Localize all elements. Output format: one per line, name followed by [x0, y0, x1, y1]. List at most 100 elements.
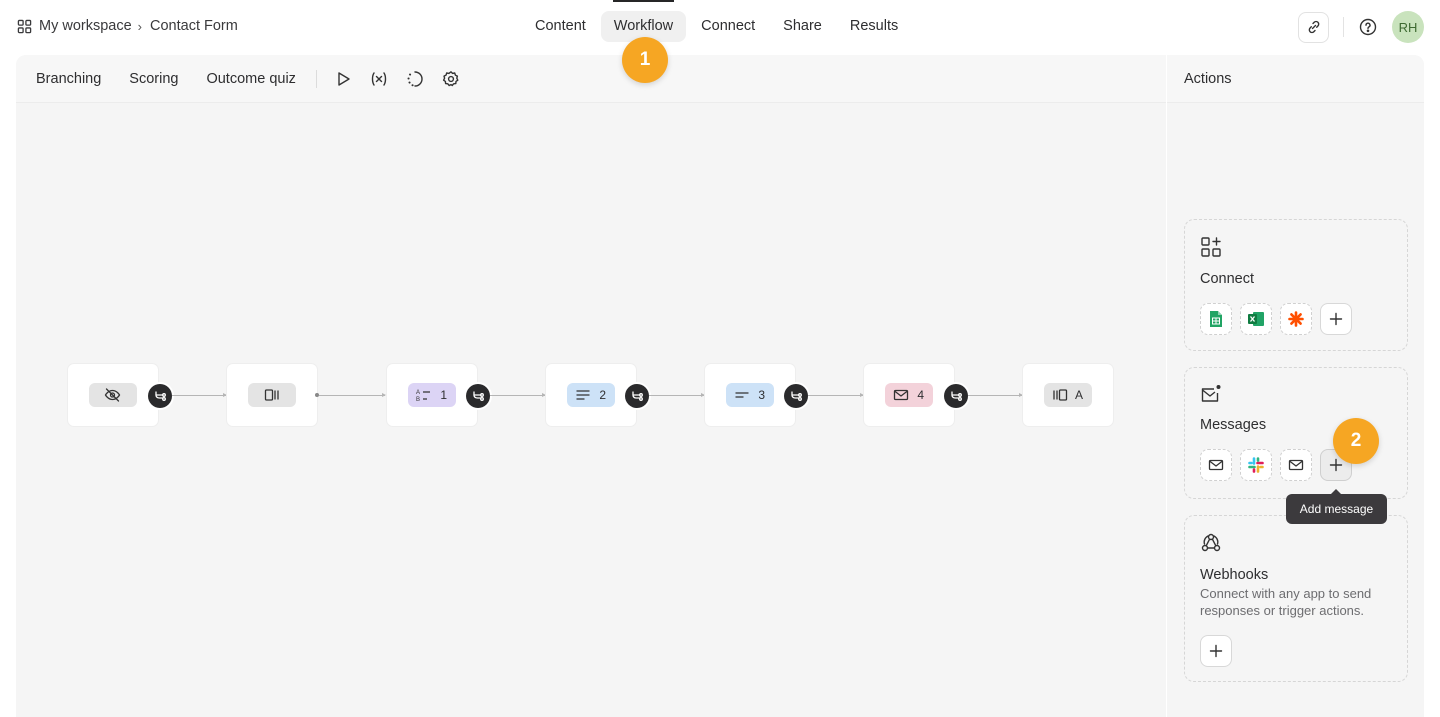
connect-card: Connect: [1184, 219, 1408, 351]
outcome-quiz-button[interactable]: Outcome quiz: [206, 71, 295, 87]
gear-icon: [442, 70, 459, 86]
ending-screen-icon: [1053, 389, 1068, 401]
short-text-icon: [735, 392, 749, 398]
main-nav: Content Workflow Connect Share Results: [522, 0, 913, 42]
top-bar: My workspace › Contact Form Content Work…: [0, 0, 1440, 54]
chevron-right-icon: ›: [137, 18, 143, 34]
tab-share[interactable]: Share: [770, 11, 835, 42]
help-button[interactable]: [1358, 17, 1378, 37]
node-number: 4: [917, 388, 924, 402]
step-marker-1: 1: [622, 37, 668, 83]
eye-off-icon: [104, 388, 121, 402]
excel-icon: [1248, 312, 1264, 326]
connector-line: [649, 393, 705, 397]
node-pill: A: [1044, 383, 1092, 407]
node-number: 2: [599, 388, 606, 402]
plus-icon: [1209, 644, 1223, 658]
node-question-4[interactable]: 4: [864, 364, 954, 426]
email-icon: [893, 389, 909, 401]
branch-button[interactable]: [944, 384, 968, 408]
toolbar-divider: [315, 69, 317, 88]
scoring-button[interactable]: Scoring: [129, 71, 178, 87]
node-question-3[interactable]: 3: [705, 364, 795, 426]
multiple-choice-icon: AB: [416, 390, 430, 402]
plus-icon: [1329, 312, 1343, 326]
node-ending[interactable]: A: [1023, 364, 1113, 426]
node-number: 1: [440, 388, 447, 402]
email-message-button[interactable]: [1280, 449, 1312, 481]
branch-icon: [950, 390, 962, 401]
svg-text:A: A: [416, 390, 420, 396]
grid-icon[interactable]: [17, 19, 32, 34]
variables-button[interactable]: [369, 69, 389, 89]
avatar[interactable]: RH: [1392, 11, 1424, 43]
google-sheets-button[interactable]: [1200, 303, 1232, 335]
variable-icon: [371, 71, 387, 86]
node-pill: 3: [726, 383, 774, 407]
node-question-1[interactable]: AB 1: [387, 364, 477, 426]
settings-button[interactable]: [441, 69, 461, 89]
actions-title: Actions: [1167, 55, 1424, 103]
branch-button[interactable]: [625, 384, 649, 408]
connector-line: [319, 393, 386, 397]
node-pill: [89, 383, 137, 407]
node-letter: A: [1074, 388, 1083, 402]
google-sheets-icon: [1210, 311, 1222, 327]
branch-icon: [154, 390, 166, 401]
webhooks-description: Connect with any app to send responses o…: [1200, 586, 1372, 618]
node-pill: 2: [567, 383, 615, 407]
webhooks-card: Webhooks Connect with any app to send re…: [1184, 515, 1408, 682]
loading-button[interactable]: [405, 69, 425, 89]
excel-button[interactable]: [1240, 303, 1272, 335]
webhooks-apps: [1200, 635, 1392, 667]
copy-link-button[interactable]: [1298, 11, 1329, 43]
branch-icon: [631, 390, 643, 401]
canvas-toolbar: Branching Scoring Outcome quiz: [16, 55, 1166, 103]
node-number: 3: [758, 388, 765, 402]
help-icon: [1359, 18, 1377, 36]
webhooks-title: Webhooks: [1200, 567, 1269, 583]
mail-notification-icon: [1201, 385, 1221, 402]
connect-title: Connect: [1200, 271, 1255, 287]
connector-line: [172, 393, 227, 397]
node-pill: 4: [885, 383, 933, 407]
add-connection-button[interactable]: [1320, 303, 1352, 335]
play-button[interactable]: [333, 69, 353, 89]
email-icon: [1288, 459, 1304, 471]
add-message-tooltip: Add message: [1286, 489, 1387, 524]
branch-button[interactable]: [784, 384, 808, 408]
node-question-2[interactable]: 2: [546, 364, 636, 426]
node-pill: [248, 383, 296, 407]
tab-connect[interactable]: Connect: [688, 11, 768, 42]
branching-button[interactable]: Branching: [36, 71, 101, 87]
play-icon: [338, 71, 350, 86]
divider: [1343, 17, 1344, 37]
node-welcome-screen[interactable]: [227, 364, 317, 426]
actions-panel: Actions Connect Messages Webhooks Connec…: [1167, 55, 1424, 717]
connector-line: [968, 393, 1023, 397]
branch-button[interactable]: [466, 384, 490, 408]
connect-apps: [1200, 303, 1392, 335]
slack-button[interactable]: [1240, 449, 1272, 481]
long-text-icon: [576, 390, 590, 400]
svg-text:B: B: [416, 397, 420, 402]
add-webhook-button[interactable]: [1200, 635, 1232, 667]
node-hidden-fields[interactable]: [68, 364, 158, 426]
integrations-icon: [1201, 237, 1221, 257]
connector-line: [808, 393, 864, 397]
webhook-icon: [1201, 533, 1221, 552]
zapier-button[interactable]: [1280, 303, 1312, 335]
breadcrumb-form[interactable]: Contact Form: [150, 18, 238, 34]
plus-icon: [1329, 458, 1343, 472]
tab-content[interactable]: Content: [522, 11, 599, 42]
progress-icon: [407, 70, 423, 87]
branch-button[interactable]: [148, 384, 172, 408]
welcome-screen-icon: [264, 389, 279, 401]
branch-icon: [472, 390, 484, 401]
breadcrumb: My workspace › Contact Form: [17, 18, 238, 34]
breadcrumb-workspace[interactable]: My workspace: [39, 18, 132, 34]
email-message-button[interactable]: [1200, 449, 1232, 481]
tab-results[interactable]: Results: [837, 11, 911, 42]
slack-icon: [1248, 457, 1264, 473]
branch-icon: [790, 390, 802, 401]
